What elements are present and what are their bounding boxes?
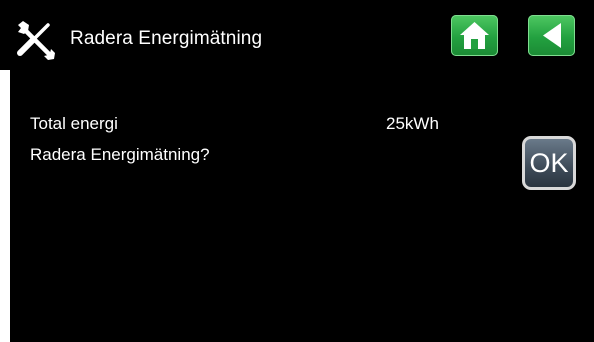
header-bar: Radera Energimätning bbox=[0, 0, 594, 70]
back-button[interactable] bbox=[528, 15, 575, 56]
home-button[interactable] bbox=[451, 15, 498, 56]
total-energy-label: Total energi bbox=[30, 114, 118, 133]
ok-button[interactable]: OK bbox=[522, 136, 576, 190]
delete-question-label: Radera Energimätning? bbox=[30, 145, 210, 164]
home-icon bbox=[460, 22, 489, 49]
page-title: Radera Energimätning bbox=[70, 28, 263, 49]
wrench-screwdriver-icon bbox=[17, 21, 55, 60]
back-arrow-icon bbox=[543, 23, 561, 48]
total-energy-value: 25kWh bbox=[386, 114, 439, 133]
